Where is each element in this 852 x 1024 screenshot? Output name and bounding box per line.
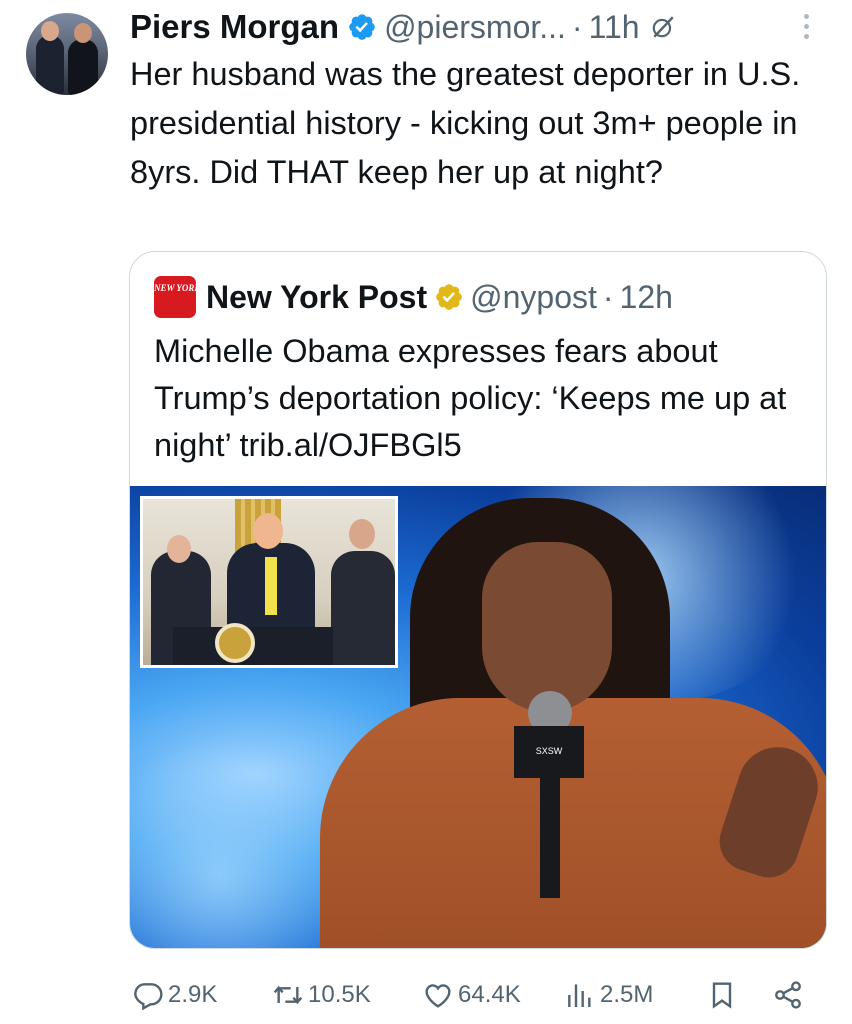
grok-icon[interactable] bbox=[650, 14, 676, 40]
avatar-figure-head bbox=[74, 23, 92, 43]
quoted-author-name[interactable]: New York Post bbox=[206, 279, 427, 316]
inset-person-head bbox=[253, 513, 283, 549]
repost-icon bbox=[273, 985, 303, 1005]
quoted-author-handle[interactable]: @nypost bbox=[470, 279, 597, 316]
inset-person-head bbox=[349, 519, 375, 549]
share-icon bbox=[775, 981, 801, 1009]
tweet-action-bar: 2.9K 10.5K 64.4K 2.5M bbox=[132, 972, 822, 1018]
author-avatar[interactable] bbox=[26, 13, 108, 95]
bookmark-button[interactable] bbox=[706, 979, 742, 1011]
blue-verified-badge-icon bbox=[349, 14, 375, 40]
views-button[interactable]: 2.5M bbox=[564, 979, 653, 1011]
repost-button[interactable]: 10.5K bbox=[272, 979, 371, 1011]
separator-dot: · bbox=[571, 8, 583, 45]
author-handle[interactable]: @piersmor... bbox=[384, 9, 566, 46]
quoted-tweet-card[interactable]: NEW YORK POST New York Post @nypost · 12… bbox=[129, 251, 827, 949]
inset-person bbox=[331, 551, 395, 665]
separator-dot: · bbox=[602, 278, 614, 315]
gold-verified-badge-icon bbox=[436, 284, 462, 310]
microphone-handle bbox=[540, 778, 560, 898]
like-count: 64.4K bbox=[458, 981, 521, 1008]
inset-photo bbox=[140, 496, 398, 668]
microphone-flag: SXSW bbox=[514, 726, 584, 778]
avatar-figure-head bbox=[41, 21, 59, 41]
reply-icon bbox=[134, 983, 163, 1011]
reply-button[interactable]: 2.9K bbox=[132, 979, 217, 1011]
views-chart-icon bbox=[568, 984, 591, 1007]
quoted-tweet-image[interactable]: SXSW bbox=[130, 486, 826, 948]
nypost-logo[interactable]: NEW YORK POST bbox=[154, 276, 225, 318]
views-count: 2.5M bbox=[600, 981, 654, 1008]
quoted-timestamp[interactable]: 12h bbox=[620, 279, 673, 316]
tweet-timestamp[interactable]: 11h bbox=[589, 9, 640, 46]
photo-subject-face bbox=[482, 542, 612, 712]
heart-icon bbox=[425, 984, 451, 1008]
share-button[interactable] bbox=[772, 979, 808, 1011]
like-button[interactable]: 64.4K bbox=[422, 979, 521, 1011]
bookmark-icon bbox=[712, 982, 732, 1009]
repost-count: 10.5K bbox=[308, 981, 371, 1008]
quoted-tweet-header: NEW YORK POST New York Post @nypost · 12… bbox=[154, 276, 673, 318]
quoted-tweet-text: Michelle Obama expresses fears about Tru… bbox=[154, 333, 787, 463]
avatar-figure bbox=[68, 39, 98, 95]
presidential-seal-icon bbox=[215, 623, 255, 663]
inset-tie bbox=[265, 557, 277, 615]
avatar-figure bbox=[36, 35, 64, 95]
tweet-text: Her husband was the greatest deporter in… bbox=[130, 56, 801, 190]
more-vertical-icon[interactable] bbox=[800, 14, 814, 44]
tweet-header: Piers Morgan @piersmor... · 11h bbox=[130, 6, 676, 48]
reply-count: 2.9K bbox=[168, 981, 218, 1008]
author-name[interactable]: Piers Morgan bbox=[130, 8, 339, 46]
inset-person-head bbox=[167, 535, 191, 563]
